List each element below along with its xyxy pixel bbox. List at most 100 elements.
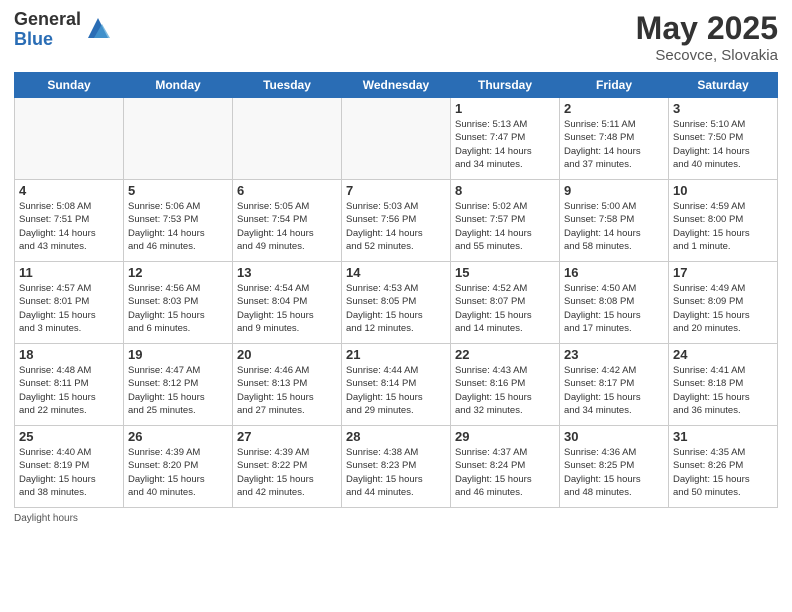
day-info: Sunrise: 4:41 AM Sunset: 8:18 PM Dayligh… — [673, 364, 773, 417]
day-number: 8 — [455, 183, 555, 198]
day-info: Sunrise: 4:39 AM Sunset: 8:22 PM Dayligh… — [237, 446, 337, 499]
calendar-cell-w2-d4: 7 Sunrise: 5:03 AM Sunset: 7:56 PM Daylig… — [342, 180, 451, 262]
day-info: Sunrise: 4:36 AM Sunset: 8:25 PM Dayligh… — [564, 446, 664, 499]
calendar-cell-w2-d1: 4 Sunrise: 5:08 AM Sunset: 7:51 PM Daylig… — [15, 180, 124, 262]
calendar-cell-w1-d5: 1Sunrise: 5:13 AM Sunset: 7:47 PM Daylig… — [451, 98, 560, 180]
day-number: 11 — [19, 265, 119, 280]
day-number: 29 — [455, 429, 555, 444]
calendar-cell-w3-d4: 14 Sunrise: 4:53 AM Sunset: 8:05 PM Dayli… — [342, 262, 451, 344]
day-number: 12 — [128, 265, 228, 280]
calendar-week-5: 25 Sunrise: 4:40 AM Sunset: 8:19 PM Dayli… — [15, 426, 778, 508]
logo-icon — [84, 14, 112, 42]
day-info: Sunrise: 4:57 AM Sunset: 8:01 PM Dayligh… — [19, 282, 119, 335]
day-info: Sunrise: 4:59 AM Sunset: 8:00 PM Dayligh… — [673, 200, 773, 253]
day-number: 19 — [128, 347, 228, 362]
calendar-cell-w3-d7: 17Sunrise: 4:49 AM Sunset: 8:09 PM Dayli… — [669, 262, 778, 344]
day-info: Sunrise: 4:40 AM Sunset: 8:19 PM Dayligh… — [19, 446, 119, 499]
calendar-cell-w5-d1: 25 Sunrise: 4:40 AM Sunset: 8:19 PM Dayli… — [15, 426, 124, 508]
day-number: 14 — [346, 265, 446, 280]
day-number: 2 — [564, 101, 664, 116]
day-info: Sunrise: 4:50 AM Sunset: 8:08 PM Dayligh… — [564, 282, 664, 335]
day-number: 25 — [19, 429, 119, 444]
day-number: 3 — [673, 101, 773, 116]
logo-general: General — [14, 10, 81, 30]
col-sunday: Sunday — [15, 73, 124, 98]
day-info: Sunrise: 5:11 AM Sunset: 7:48 PM Dayligh… — [564, 118, 664, 171]
day-number: 21 — [346, 347, 446, 362]
calendar-cell-w1-d1 — [15, 98, 124, 180]
day-info: Sunrise: 4:53 AM Sunset: 8:05 PM Dayligh… — [346, 282, 446, 335]
calendar-cell-w3-d1: 11 Sunrise: 4:57 AM Sunset: 8:01 PM Dayli… — [15, 262, 124, 344]
day-info: Sunrise: 4:52 AM Sunset: 8:07 PM Dayligh… — [455, 282, 555, 335]
calendar-cell-w5-d7: 31 Sunrise: 4:35 AM Sunset: 8:26 PM Dayli… — [669, 426, 778, 508]
header: General Blue May 2025 Secovce, Slovakia — [14, 10, 778, 64]
calendar-cell-w2-d7: 10 Sunrise: 4:59 AM Sunset: 8:00 PM Dayli… — [669, 180, 778, 262]
calendar-cell-w3-d3: 13 Sunrise: 4:54 AM Sunset: 8:04 PM Dayli… — [233, 262, 342, 344]
day-info: Sunrise: 5:10 AM Sunset: 7:50 PM Dayligh… — [673, 118, 773, 171]
footer-note: Daylight hours — [14, 513, 778, 524]
calendar-cell-w2-d6: 9 Sunrise: 5:00 AM Sunset: 7:58 PM Daylig… — [560, 180, 669, 262]
day-info: Sunrise: 5:13 AM Sunset: 7:47 PM Dayligh… — [455, 118, 555, 171]
day-number: 15 — [455, 265, 555, 280]
calendar-cell-w4-d7: 24Sunrise: 4:41 AM Sunset: 8:18 PM Dayli… — [669, 344, 778, 426]
day-number: 18 — [19, 347, 119, 362]
col-saturday: Saturday — [669, 73, 778, 98]
day-number: 17 — [673, 265, 773, 280]
day-info: Sunrise: 5:03 AM Sunset: 7:56 PM Dayligh… — [346, 200, 446, 253]
title-month: May 2025 — [636, 10, 778, 47]
calendar-cell-w1-d6: 2 Sunrise: 5:11 AM Sunset: 7:48 PM Daylig… — [560, 98, 669, 180]
day-number: 22 — [455, 347, 555, 362]
calendar-cell-w5-d6: 30Sunrise: 4:36 AM Sunset: 8:25 PM Dayli… — [560, 426, 669, 508]
calendar-cell-w1-d3 — [233, 98, 342, 180]
daylight-label: Daylight hours — [14, 513, 78, 524]
calendar-cell-w2-d2: 5 Sunrise: 5:06 AM Sunset: 7:53 PM Daylig… — [124, 180, 233, 262]
calendar-cell-w5-d2: 26Sunrise: 4:39 AM Sunset: 8:20 PM Dayli… — [124, 426, 233, 508]
page: General Blue May 2025 Secovce, Slovakia … — [0, 0, 792, 612]
day-number: 5 — [128, 183, 228, 198]
day-info: Sunrise: 4:54 AM Sunset: 8:04 PM Dayligh… — [237, 282, 337, 335]
calendar-table: Sunday Monday Tuesday Wednesday Thursday… — [14, 72, 778, 508]
day-number: 31 — [673, 429, 773, 444]
day-info: Sunrise: 4:46 AM Sunset: 8:13 PM Dayligh… — [237, 364, 337, 417]
day-info: Sunrise: 5:08 AM Sunset: 7:51 PM Dayligh… — [19, 200, 119, 253]
calendar-cell-w5-d5: 29 Sunrise: 4:37 AM Sunset: 8:24 PM Dayli… — [451, 426, 560, 508]
logo-text: General Blue — [14, 10, 81, 50]
calendar-cell-w1-d7: 3 Sunrise: 5:10 AM Sunset: 7:50 PM Daylig… — [669, 98, 778, 180]
day-info: Sunrise: 5:02 AM Sunset: 7:57 PM Dayligh… — [455, 200, 555, 253]
day-number: 28 — [346, 429, 446, 444]
day-info: Sunrise: 4:43 AM Sunset: 8:16 PM Dayligh… — [455, 364, 555, 417]
day-info: Sunrise: 4:37 AM Sunset: 8:24 PM Dayligh… — [455, 446, 555, 499]
day-number: 20 — [237, 347, 337, 362]
day-number: 4 — [19, 183, 119, 198]
calendar-week-3: 11 Sunrise: 4:57 AM Sunset: 8:01 PM Dayli… — [15, 262, 778, 344]
col-friday: Friday — [560, 73, 669, 98]
day-info: Sunrise: 5:05 AM Sunset: 7:54 PM Dayligh… — [237, 200, 337, 253]
calendar-cell-w3-d6: 16 Sunrise: 4:50 AM Sunset: 8:08 PM Dayli… — [560, 262, 669, 344]
day-number: 6 — [237, 183, 337, 198]
day-info: Sunrise: 4:39 AM Sunset: 8:20 PM Dayligh… — [128, 446, 228, 499]
calendar-cell-w3-d5: 15 Sunrise: 4:52 AM Sunset: 8:07 PM Dayli… — [451, 262, 560, 344]
day-number: 27 — [237, 429, 337, 444]
day-info: Sunrise: 4:44 AM Sunset: 8:14 PM Dayligh… — [346, 364, 446, 417]
calendar-cell-w3-d2: 12 Sunrise: 4:56 AM Sunset: 8:03 PM Dayli… — [124, 262, 233, 344]
day-info: Sunrise: 5:06 AM Sunset: 7:53 PM Dayligh… — [128, 200, 228, 253]
col-tuesday: Tuesday — [233, 73, 342, 98]
day-number: 9 — [564, 183, 664, 198]
day-info: Sunrise: 5:00 AM Sunset: 7:58 PM Dayligh… — [564, 200, 664, 253]
day-info: Sunrise: 4:48 AM Sunset: 8:11 PM Dayligh… — [19, 364, 119, 417]
calendar-cell-w4-d1: 18 Sunrise: 4:48 AM Sunset: 8:11 PM Dayli… — [15, 344, 124, 426]
calendar-cell-w4-d4: 21 Sunrise: 4:44 AM Sunset: 8:14 PM Dayli… — [342, 344, 451, 426]
logo: General Blue — [14, 10, 112, 50]
day-number: 7 — [346, 183, 446, 198]
day-info: Sunrise: 4:35 AM Sunset: 8:26 PM Dayligh… — [673, 446, 773, 499]
calendar-cell-w4-d5: 22 Sunrise: 4:43 AM Sunset: 8:16 PM Dayli… — [451, 344, 560, 426]
col-thursday: Thursday — [451, 73, 560, 98]
calendar-cell-w1-d2 — [124, 98, 233, 180]
calendar-week-4: 18 Sunrise: 4:48 AM Sunset: 8:11 PM Dayli… — [15, 344, 778, 426]
day-info: Sunrise: 4:56 AM Sunset: 8:03 PM Dayligh… — [128, 282, 228, 335]
day-number: 13 — [237, 265, 337, 280]
calendar-week-2: 4 Sunrise: 5:08 AM Sunset: 7:51 PM Daylig… — [15, 180, 778, 262]
title-location: Secovce, Slovakia — [636, 47, 778, 64]
day-number: 16 — [564, 265, 664, 280]
day-number: 10 — [673, 183, 773, 198]
